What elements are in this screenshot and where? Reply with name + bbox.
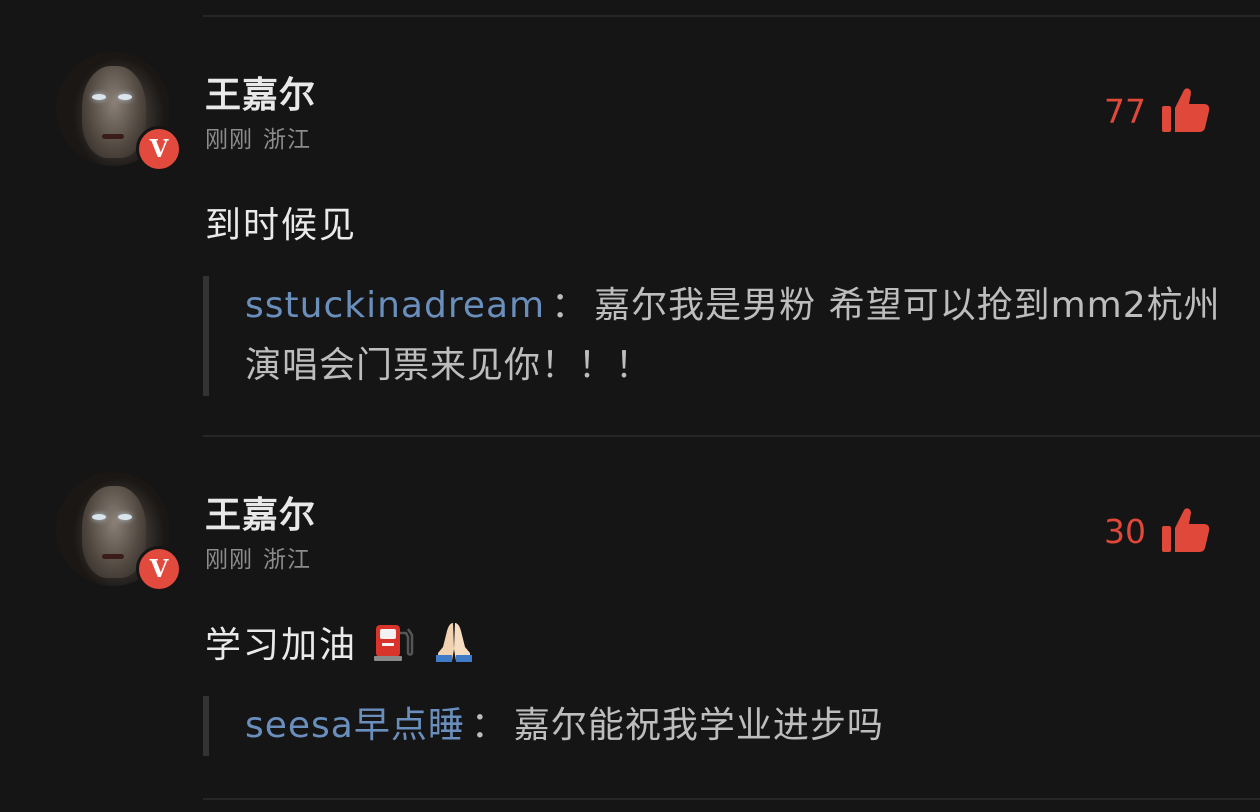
comment-meta: 刚刚 浙江	[205, 540, 311, 574]
like-button[interactable]: 30	[1104, 504, 1210, 558]
divider	[203, 798, 1260, 800]
comment-time: 刚刚	[205, 127, 253, 153]
username[interactable]: 王嘉尔	[205, 486, 316, 538]
comment-text: 学习加油	[205, 616, 476, 668]
avatar[interactable]: V	[56, 52, 182, 172]
comment-location: 浙江	[263, 547, 311, 573]
thumbs-up-icon	[1162, 508, 1210, 552]
like-button[interactable]: 77	[1104, 84, 1210, 138]
like-count: 77	[1104, 91, 1146, 131]
comment-feed: V 王嘉尔 刚刚 浙江 77 到时候见 sstuckinadream：嘉尔我是男粉…	[0, 0, 1260, 812]
reply-text: 嘉尔能祝我学业进步吗	[513, 705, 884, 746]
comment-text-content: 学习加油	[205, 625, 358, 666]
comment-location: 浙江	[263, 127, 311, 153]
divider	[203, 15, 1260, 17]
reply-separator: ：	[551, 285, 589, 326]
fuel-pump-emoji	[374, 625, 414, 661]
comment-time: 刚刚	[205, 547, 253, 573]
folded-hands-emoji	[435, 623, 472, 662]
reply-username[interactable]: sstuckinadream	[245, 285, 545, 326]
thumbs-up-icon	[1162, 88, 1210, 132]
username[interactable]: 王嘉尔	[205, 66, 316, 118]
reply-quote[interactable]: sstuckinadream：嘉尔我是男粉 希望可以抢到mm2杭州演唱会门票来见…	[203, 276, 1235, 396]
verified-badge-icon: V	[136, 546, 182, 592]
comment-text: 到时候见	[205, 205, 358, 246]
verified-badge-icon: V	[136, 126, 182, 172]
divider	[203, 435, 1260, 437]
reply-username[interactable]: seesa早点睡	[245, 705, 465, 746]
like-count: 30	[1104, 511, 1146, 551]
reply-quote[interactable]: seesa早点睡：嘉尔能祝我学业进步吗	[203, 696, 1235, 756]
comment-meta: 刚刚 浙江	[205, 120, 311, 154]
avatar[interactable]: V	[56, 472, 182, 592]
reply-separator: ：	[470, 705, 508, 746]
